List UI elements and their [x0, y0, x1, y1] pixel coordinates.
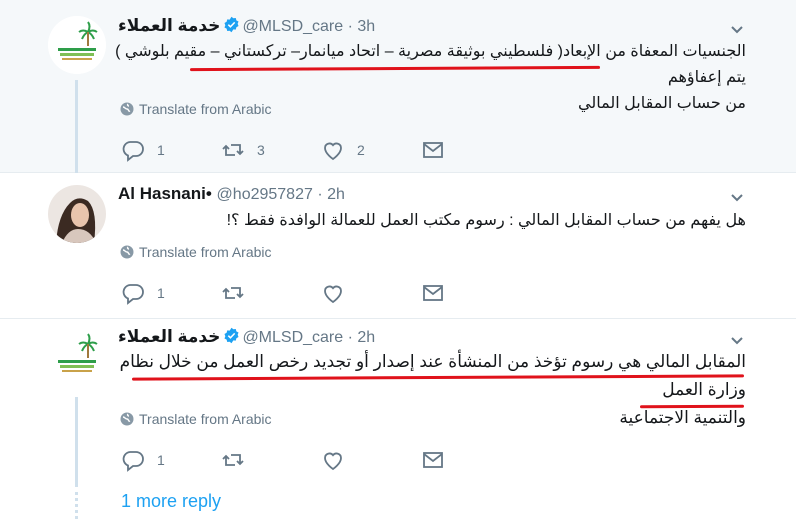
- chevron-down-icon[interactable]: [730, 334, 744, 348]
- user-handle[interactable]: @ho2957827: [217, 186, 313, 203]
- tweet-header: خدمة العملاء @MLSD_care · 3h: [118, 16, 375, 38]
- verified-icon: [223, 327, 240, 349]
- envelope-icon: [423, 285, 443, 301]
- retweet-icon: [222, 144, 244, 156]
- tweet-time[interactable]: 3h: [357, 18, 375, 35]
- tweet-2[interactable]: Al Hasnani• @ho2957827 · 2h هل يفهم من ح…: [0, 173, 796, 319]
- translate-link[interactable]: Translate from Arabic: [120, 101, 272, 119]
- retweet-count: 3: [257, 142, 265, 158]
- heart-icon: [324, 285, 342, 304]
- user-name[interactable]: Al Hasnani•: [118, 184, 212, 203]
- translate-link[interactable]: Translate from Arabic: [120, 411, 272, 429]
- reply-count: 1: [157, 452, 165, 468]
- translate-label[interactable]: Translate from Arabic: [139, 411, 272, 427]
- verified-icon: [223, 16, 240, 38]
- globe-icon: [120, 102, 134, 119]
- tweet-3[interactable]: خدمة العملاء @MLSD_care · 2h المقابل الما…: [0, 319, 796, 487]
- action-bar: 1: [121, 281, 451, 305]
- tweet-header: خدمة العملاء @MLSD_care · 2h: [118, 327, 375, 349]
- more-replies-link[interactable]: 1 more reply: [121, 491, 221, 512]
- tweet-time[interactable]: 2h: [327, 186, 345, 203]
- reply-count: 1: [157, 285, 165, 301]
- user-handle[interactable]: @MLSD_care: [242, 329, 343, 346]
- like-count: 2: [357, 142, 365, 158]
- translate-label[interactable]: Translate from Arabic: [139, 244, 272, 260]
- retweet-icon: [222, 287, 244, 299]
- action-bar: 1 3 2: [121, 138, 451, 162]
- chevron-down-icon[interactable]: [730, 23, 744, 37]
- thread-dots: [75, 492, 78, 522]
- globe-icon: [120, 245, 134, 262]
- retweet-icon: [222, 454, 244, 466]
- reply-count: 1: [157, 142, 165, 158]
- heart-icon: [324, 452, 342, 471]
- heart-icon: [324, 142, 342, 161]
- reply-icon: [122, 141, 144, 162]
- envelope-icon: [423, 142, 443, 158]
- translate-link[interactable]: Translate from Arabic: [120, 244, 272, 262]
- annotation-underline: [639, 404, 745, 409]
- translate-label[interactable]: Translate from Arabic: [139, 101, 272, 117]
- user-name[interactable]: خدمة العملاء: [118, 16, 220, 35]
- reply-icon: [122, 284, 144, 305]
- tweet-1[interactable]: خدمة العملاء @MLSD_care · 3h الجنسيات الم…: [0, 0, 796, 173]
- user-name[interactable]: خدمة العملاء: [118, 327, 220, 346]
- globe-icon: [120, 412, 134, 429]
- action-bar: 1: [121, 448, 451, 472]
- thread-line: [75, 80, 78, 173]
- tweet-text: هل يفهم من حساب المقابل المالي : رسوم مك…: [96, 208, 746, 234]
- chevron-down-icon[interactable]: [730, 191, 744, 205]
- reply-icon: [122, 451, 144, 472]
- tweet-text-line: الجنسيات المعفاة من الإبعاد( فلسطيني بوث…: [115, 43, 746, 86]
- tweet-time[interactable]: 2h: [357, 329, 375, 346]
- tweet-header: Al Hasnani• @ho2957827 · 2h: [118, 184, 345, 203]
- user-handle[interactable]: @MLSD_care: [242, 18, 343, 35]
- tweet-text-line: هل يفهم من حساب المقابل المالي : رسوم مك…: [226, 212, 746, 229]
- thread-line: [75, 397, 78, 487]
- envelope-icon: [423, 452, 443, 468]
